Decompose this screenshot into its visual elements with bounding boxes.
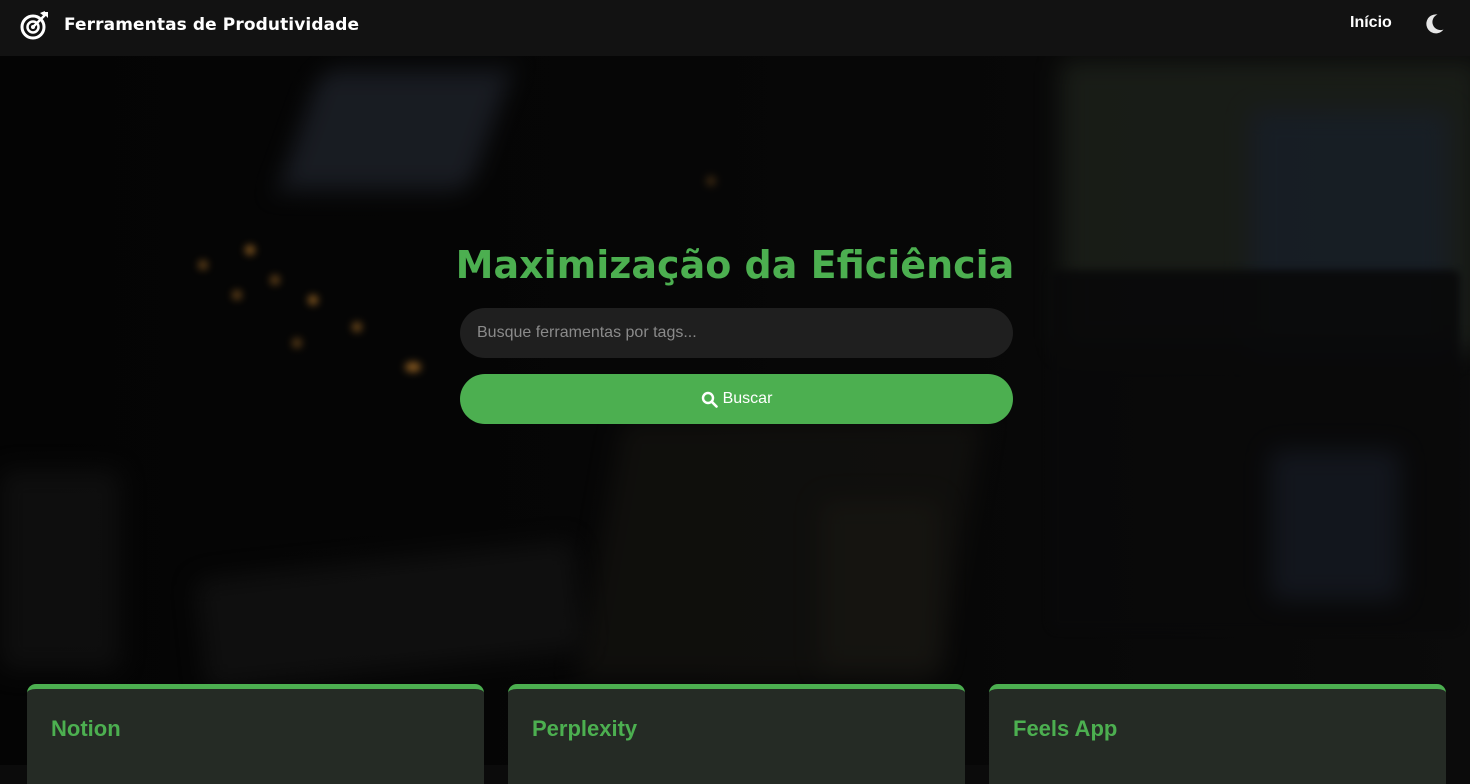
top-navbar: Ferramentas de Produtividade Início xyxy=(0,0,1470,56)
tool-card-title: Perplexity xyxy=(532,716,638,741)
tool-card-title: Feels App xyxy=(1013,716,1118,741)
target-arrow-icon xyxy=(20,11,48,40)
tool-card-feels-app[interactable]: Feels App xyxy=(989,684,1446,784)
brand-title: Ferramentas de Produtividade xyxy=(64,15,360,35)
brand-link[interactable]: Ferramentas de Produtividade xyxy=(20,10,359,40)
moon-icon[interactable] xyxy=(1422,12,1446,36)
hero-title: Maximização da Eficiência xyxy=(455,243,1015,287)
nav-home-link[interactable]: Início xyxy=(1350,14,1392,32)
tool-card-title: Notion xyxy=(51,716,121,741)
tool-card-notion[interactable]: Notion xyxy=(27,684,484,784)
tool-card-perplexity[interactable]: Perplexity xyxy=(508,684,965,784)
tag-search-input[interactable] xyxy=(460,308,1013,358)
search-button-label: Buscar xyxy=(722,390,773,407)
search-button[interactable]: Buscar xyxy=(460,374,1013,424)
search-icon xyxy=(701,391,718,408)
